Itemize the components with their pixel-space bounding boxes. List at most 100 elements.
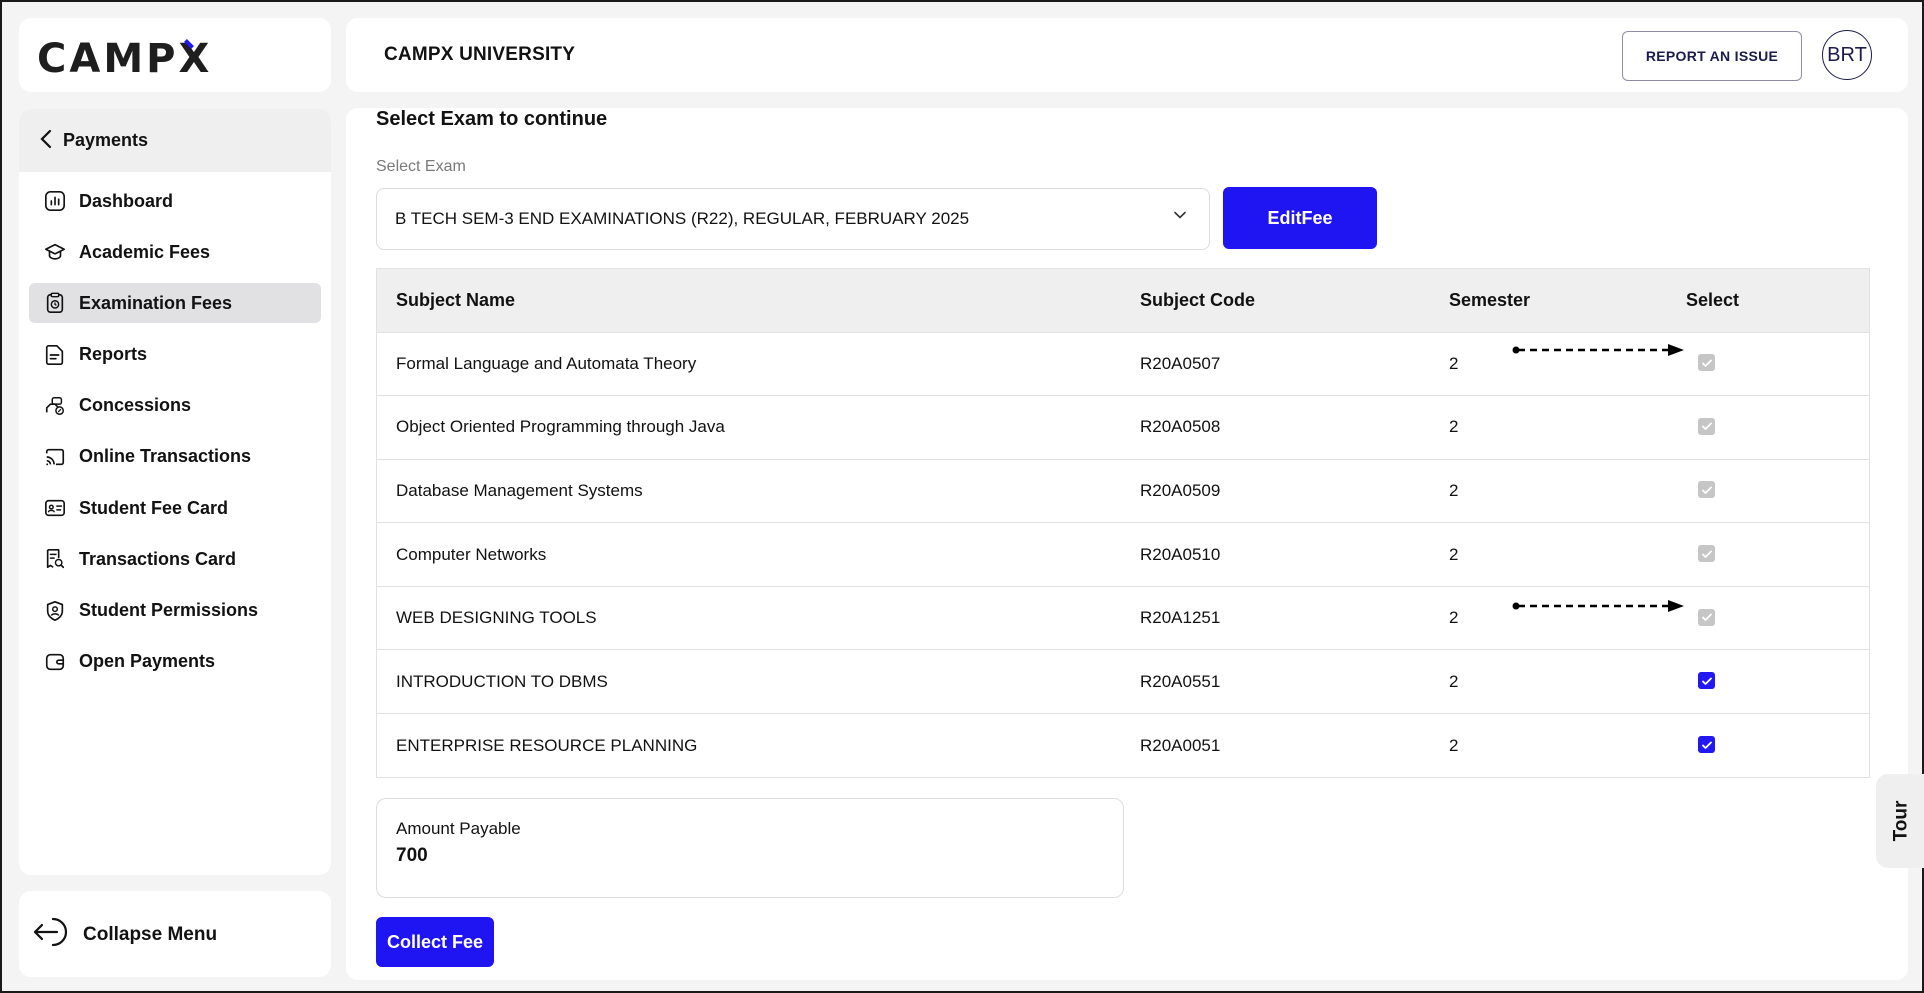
amount-value: 700 [396,845,428,866]
collect-fee-button[interactable]: Collect Fee [376,917,494,967]
subject-code-cell: R20A0510 [1140,544,1221,564]
back-label: Payments [63,130,149,150]
subject-code-cell: R20A1251 [1140,608,1221,628]
user-shield-icon [43,599,67,623]
subject-name-cell: Database Management Systems [396,480,643,500]
sidebar-item-examination-fees[interactable]: Examination Fees [29,283,321,324]
semester-cell: 2 [1449,417,1459,437]
select-checkbox[interactable] [1698,736,1715,754]
edit-fee-button[interactable]: EditFee [1223,187,1377,249]
select-checkbox [1698,545,1715,563]
subject-name-cell: ENTERPRISE RESOURCE PLANNING [396,735,698,755]
sidebar-item-label: Academic Fees [79,241,211,262]
sidebar-item-student-permissions[interactable]: Student Permissions [29,591,321,631]
amount-label: Amount Payable [396,819,521,838]
subject-code-cell: R20A0509 [1140,480,1221,500]
select-checkbox [1698,354,1715,372]
select-cell [1686,586,1869,650]
sidebar-item-transactions-card[interactable]: Transactions Card [29,539,321,579]
nav-list: Dashboard Academic Fees Examination Fees… [29,181,321,693]
sidebar-item-reports[interactable]: Reports [29,335,321,375]
subject-name-cell: Object Oriented Programming through Java [396,417,725,437]
sidebar-item-label: Open Payments [79,651,216,672]
semester-cell: 2 [1449,608,1459,628]
col-semester: Semester [1449,289,1531,310]
sidebar-item-open-payments[interactable]: Open Payments [29,642,321,682]
select-checkbox [1698,608,1715,626]
dashboard-icon [43,189,67,213]
col-select: Select [1686,289,1740,310]
subject-code-cell: R20A0507 [1140,353,1221,373]
table-header-row: Subject Name Subject Code Semester Selec… [377,269,1869,332]
main-content: Select Exam to continue Select Exam B TE… [346,108,1908,980]
sidebar-item-academic-fees[interactable]: Academic Fees [29,232,321,272]
sidebar-item-dashboard[interactable]: Dashboard [29,181,321,221]
check-icon [1701,741,1712,749]
sidebar-item-online-transactions[interactable]: Online Transactions [29,437,321,477]
subject-name-cell: Computer Networks [396,544,547,564]
avatar[interactable]: BRT [1822,30,1872,80]
table-row: INTRODUCTION TO DBMS R20A0551 2 [377,649,1869,714]
document-icon [43,343,67,367]
section-title: Select Exam to continue [376,108,608,130]
clipboard-clock-icon [43,291,67,315]
id-card-icon [43,496,67,520]
table-row: Computer Networks R20A0510 2 [377,522,1869,587]
page-title: CAMPX UNIVERSITY [384,44,576,65]
tour-button[interactable]: Tour [1876,774,1924,868]
sidebar-item-label: Reports [79,344,148,365]
annotation-arrow [1512,600,1684,612]
semester-cell: 2 [1449,735,1459,755]
sidebar-item-label: Student Fee Card [79,497,229,518]
table-row: Object Oriented Programming through Java… [377,395,1869,460]
select-checkbox[interactable] [1698,672,1715,690]
sidebar-item-label: Concessions [79,395,192,416]
wallet-icon [43,650,67,674]
campx-logo[interactable]: CAMPX [37,36,212,82]
chevron-down-icon [1173,207,1187,221]
col-subject-code: Subject Code [1140,289,1256,310]
report-issue-button[interactable]: REPORT AN ISSUE [1622,31,1802,81]
header: CAMPX UNIVERSITY REPORT AN ISSUE BRT [346,18,1908,92]
subject-name-cell: WEB DESIGNING TOOLS [396,608,597,628]
discount-icon [43,394,67,418]
table-row: WEB DESIGNING TOOLS R20A1251 2 [377,586,1869,650]
annotation-arrow [1512,344,1684,356]
chevron-left-icon [39,129,53,153]
sidebar-item-concessions[interactable]: Concessions [29,386,321,426]
subject-code-cell: R20A0508 [1140,417,1221,437]
collapse-card: Collapse Menu [19,891,331,977]
back-to-payments[interactable]: Payments [19,109,331,172]
check-icon [1701,550,1712,558]
selected-exam-value: B TECH SEM-3 END EXAMINATIONS (R22), REG… [395,209,970,228]
table-row: Database Management Systems R20A0509 2 [377,459,1869,523]
tour-label: Tour [1890,800,1911,842]
check-icon [1701,486,1712,494]
semester-cell: 2 [1449,544,1459,564]
sidebar-item-student-fee-card[interactable]: Student Fee Card [29,488,321,528]
sidebar-item-label: Transactions Card [79,548,237,569]
select-checkbox [1698,417,1715,435]
sidebar: Payments Dashboard Academic Fees Examina… [19,109,331,875]
sidebar-item-label: Examination Fees [79,292,233,313]
select-cell [1686,650,1869,714]
select-cell [1686,396,1869,460]
arrow-left-icon [31,915,71,955]
select-cell [1686,332,1869,396]
collapse-menu-button[interactable]: Collapse Menu [31,915,217,955]
subject-name-cell: Formal Language and Automata Theory [396,353,697,373]
exam-select[interactable]: B TECH SEM-3 END EXAMINATIONS (R22), REG… [376,188,1210,250]
col-subject-name: Subject Name [396,289,516,310]
graduation-cap-icon [43,240,67,264]
select-cell [1686,523,1869,587]
subject-code-cell: R20A0051 [1140,735,1221,755]
select-cell [1686,459,1869,523]
sidebar-item-label: Online Transactions [79,446,252,467]
select-cell [1686,714,1869,778]
table-row: ENTERPRISE RESOURCE PLANNING R20A0051 2 [377,713,1869,778]
select-checkbox [1698,481,1715,499]
collapse-label: Collapse Menu [83,924,218,945]
subject-name-cell: INTRODUCTION TO DBMS [396,671,608,691]
amount-payable-box: Amount Payable 700 [376,798,1124,898]
semester-cell: 2 [1449,480,1459,500]
